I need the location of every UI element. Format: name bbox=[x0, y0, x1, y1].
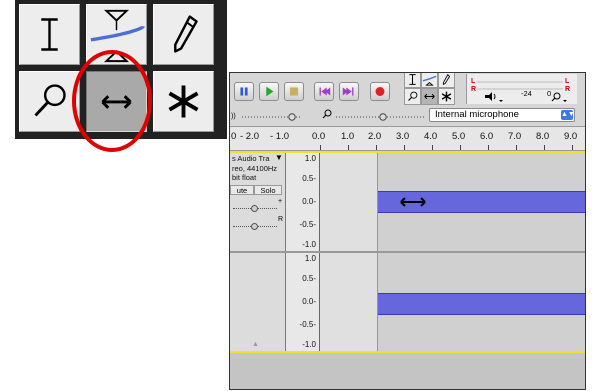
play-button[interactable] bbox=[259, 82, 279, 101]
ruler-label: 4.0 bbox=[424, 131, 438, 142]
scale-label: 0.0- bbox=[302, 197, 316, 206]
multi-tool-asterisk-icon bbox=[168, 85, 199, 118]
draw-tool-small[interactable] bbox=[438, 73, 455, 88]
magnifier-zoom-icon bbox=[34, 84, 66, 117]
time-shift-cursor-icon bbox=[400, 197, 426, 207]
ruler-label: 6.0 bbox=[480, 131, 494, 142]
collapse-arrow-icon[interactable]: ▲ bbox=[252, 341, 259, 348]
meter-left-label-end: L bbox=[565, 78, 570, 85]
pan-right-label: R bbox=[278, 216, 284, 223]
waveform bbox=[378, 293, 585, 315]
track-menu-arrow-icon[interactable]: ▼ bbox=[275, 153, 283, 162]
audacity-window: L R L R -24 0 )) Internal microphone ▲▼ bbox=[229, 72, 586, 390]
solo-button[interactable]: Solo bbox=[254, 185, 282, 195]
audio-clip[interactable] bbox=[377, 153, 585, 251]
mute-button[interactable]: ute bbox=[230, 185, 254, 195]
scale-label: 1.0 bbox=[304, 154, 316, 163]
envelope-tool-small[interactable] bbox=[421, 73, 438, 88]
ruler-label: - 2.0 bbox=[240, 131, 260, 142]
skip-end-icon bbox=[342, 87, 354, 96]
highlight-ring bbox=[72, 50, 152, 152]
meter-value: -24 bbox=[521, 89, 532, 98]
audio-track-right-channel[interactable]: ▲ 1.0 0.5- 0.0- -0.5- -1.0 bbox=[230, 253, 585, 351]
track-rate: reo, 44100Hz bbox=[232, 164, 278, 173]
mixer-toolbar[interactable]: )) bbox=[230, 107, 430, 123]
stop-button[interactable] bbox=[284, 82, 304, 101]
level-meter[interactable]: L R L R -24 0 bbox=[466, 74, 577, 104]
track-name[interactable]: s Audio Tra bbox=[232, 154, 270, 163]
multi-tool-button[interactable] bbox=[153, 71, 214, 132]
audio-clip[interactable] bbox=[377, 253, 585, 351]
ruler-label: 0.0 bbox=[312, 131, 326, 142]
track-control-panel: s Audio Tra ▼ reo, 44100Hz bit float ute… bbox=[230, 153, 286, 251]
pencil-draw-icon bbox=[442, 73, 451, 86]
skip-start-icon bbox=[319, 87, 331, 96]
pencil-draw-icon bbox=[174, 15, 198, 53]
scale-label: -1.0 bbox=[302, 340, 316, 349]
audio-track-left-channel[interactable]: s Audio Tra ▼ reo, 44100Hz bit float ute… bbox=[230, 153, 585, 251]
scale-label: 0.5- bbox=[302, 274, 316, 283]
time-shift-tool-small[interactable] bbox=[421, 88, 438, 105]
ruler-label: 8.0 bbox=[536, 131, 550, 142]
stop-icon bbox=[289, 87, 299, 96]
empty-track-region[interactable] bbox=[320, 153, 377, 251]
ruler-label: 1.0 bbox=[341, 131, 355, 142]
skip-to-end-button[interactable] bbox=[339, 82, 359, 101]
svg-text:)): )) bbox=[231, 113, 236, 120]
zoom-tool-button[interactable] bbox=[19, 71, 80, 132]
empty-tracks-area[interactable] bbox=[230, 353, 585, 389]
timeline-ruler[interactable]: 0 - 2.0 - 1.0 0.0 1.0 2.0 3.0 4.0 5.0 6.… bbox=[230, 126, 585, 151]
meter-zero: 0 bbox=[547, 89, 552, 98]
scale-label: -1.0 bbox=[302, 240, 316, 249]
input-device-select[interactable]: Internal microphone ▲▼ bbox=[429, 108, 575, 122]
scale-label: 0.0- bbox=[302, 297, 316, 306]
draw-tool-button[interactable] bbox=[153, 4, 214, 65]
ruler-label: - 1.0 bbox=[270, 131, 290, 142]
track-control-panel: ▲ bbox=[230, 253, 286, 351]
selection-tool-small[interactable] bbox=[404, 73, 421, 88]
record-button[interactable] bbox=[370, 82, 390, 101]
i-beam-selection-icon bbox=[41, 18, 58, 51]
scale-label: 0.5- bbox=[302, 174, 316, 183]
multi-tool-small[interactable] bbox=[438, 88, 455, 105]
dropdown-arrow-icon: ▲▼ bbox=[561, 110, 575, 120]
scale-label: -0.5- bbox=[299, 320, 316, 329]
gain-plus-label: + bbox=[278, 198, 283, 205]
ruler-label: 9.0 bbox=[564, 131, 578, 142]
gain-slider-knob[interactable] bbox=[251, 205, 258, 212]
multi-tool-asterisk-icon bbox=[441, 91, 452, 102]
envelope-tool-icon bbox=[422, 75, 437, 86]
ruler-label: 3.0 bbox=[396, 131, 410, 142]
pan-slider-knob[interactable] bbox=[251, 223, 258, 230]
ruler-label: 7.0 bbox=[508, 131, 522, 142]
i-beam-selection-icon bbox=[409, 74, 416, 85]
skip-to-start-button[interactable] bbox=[314, 82, 334, 101]
amplitude-ruler: 1.0 0.5- 0.0- -0.5- -1.0 bbox=[286, 253, 320, 351]
pause-icon bbox=[240, 87, 248, 96]
play-icon bbox=[266, 86, 274, 97]
empty-track-region[interactable] bbox=[320, 253, 377, 351]
scale-label: 1.0 bbox=[304, 254, 316, 263]
selection-tool-button[interactable] bbox=[19, 4, 80, 65]
amplitude-ruler: 1.0 0.5- 0.0- -0.5- -1.0 bbox=[286, 153, 320, 251]
scale-label: -0.5- bbox=[299, 220, 316, 229]
magnifier-zoom-icon bbox=[408, 91, 418, 101]
meter-left-label: L bbox=[471, 78, 476, 85]
zoom-tool-small[interactable] bbox=[404, 88, 421, 105]
ruler-label: 2.0 bbox=[368, 131, 382, 142]
ruler-label: 0 bbox=[231, 131, 237, 142]
time-shift-arrow-icon bbox=[424, 93, 435, 100]
input-device-label: Internal microphone bbox=[435, 109, 519, 120]
pause-button[interactable] bbox=[234, 82, 254, 101]
track-format: bit float bbox=[232, 173, 257, 182]
record-icon bbox=[375, 87, 385, 96]
ruler-label: 5.0 bbox=[452, 131, 466, 142]
